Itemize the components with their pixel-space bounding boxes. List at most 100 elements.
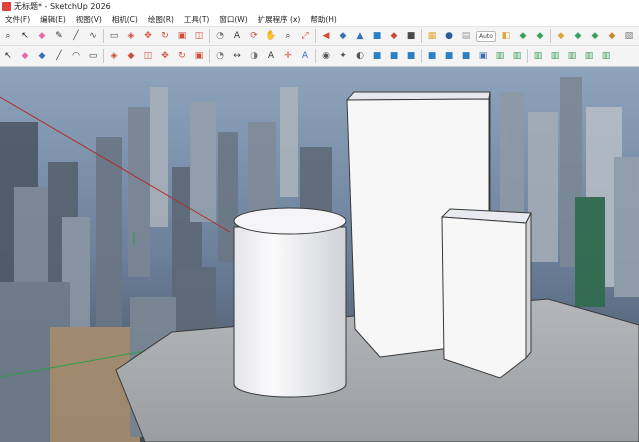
components-icon[interactable]: ▲ <box>353 29 367 43</box>
3d-text-icon[interactable]: A <box>298 49 312 63</box>
section-icon[interactable]: ◧ <box>499 29 513 43</box>
toolbar-row-1: ⌕↖◆✎╱∿▭◈✥↻▣◫◔A⟳✋⌕⤢◀◆▲■◆■▦●▤Auto◧◆◆◆◆◆◆▧✎… <box>0 27 639 46</box>
zoom-icon[interactable]: ⌕ <box>281 29 295 43</box>
toolbar-separator <box>315 29 316 43</box>
look-around-icon[interactable]: ◐ <box>353 49 367 63</box>
eraser-icon[interactable]: ◆ <box>18 49 32 63</box>
subtract-icon[interactable]: ■ <box>425 49 439 63</box>
warehouse-icon[interactable]: ■ <box>370 29 384 43</box>
toolbar-separator <box>315 49 316 63</box>
menu-tools[interactable]: 工具(T) <box>179 14 214 25</box>
shape-icon[interactable]: ▭ <box>86 49 100 63</box>
menu-window[interactable]: 窗口(W) <box>214 14 252 25</box>
scene-icon[interactable]: ▥ <box>493 49 507 63</box>
follow-me-icon[interactable]: ◆ <box>124 49 138 63</box>
menu-file[interactable]: 文件(F) <box>0 14 35 25</box>
toolbar-separator <box>103 49 104 63</box>
solid-tools-icon[interactable]: ■ <box>370 49 384 63</box>
line-icon[interactable]: ╱ <box>69 29 83 43</box>
search-icon[interactable]: ⌕ <box>1 29 15 43</box>
fog-icon[interactable]: ▤ <box>459 29 473 43</box>
previous-view-icon[interactable]: ◀ <box>319 29 333 43</box>
text-icon[interactable]: A <box>264 49 278 63</box>
auto-badge[interactable]: Auto <box>476 30 496 42</box>
toolbar-separator <box>527 49 528 63</box>
tape-measure-icon[interactable]: ◔ <box>213 49 227 63</box>
style-icon[interactable]: ■ <box>404 29 418 43</box>
line-icon[interactable]: ╱ <box>52 49 66 63</box>
scene-5-icon[interactable]: ▥ <box>565 49 579 63</box>
split-icon[interactable]: ■ <box>459 49 473 63</box>
pencil-icon[interactable]: ✎ <box>52 29 66 43</box>
move-icon[interactable]: ✥ <box>158 49 172 63</box>
toolbar-separator <box>549 29 551 43</box>
intersect-icon[interactable]: ■ <box>387 49 401 63</box>
eye-icon[interactable]: ◉ <box>319 49 333 63</box>
menu-draw[interactable]: 绘图(R) <box>143 14 179 25</box>
menu-extensions[interactable]: 扩展程序 (x) <box>253 14 306 25</box>
front-view-icon[interactable]: ◆ <box>554 29 568 43</box>
back-view-icon[interactable]: ◆ <box>588 29 602 43</box>
paint-icon[interactable]: ◆ <box>35 49 49 63</box>
rotate-icon[interactable]: ↻ <box>158 29 172 43</box>
protractor-icon[interactable]: ◑ <box>247 49 261 63</box>
toolbar-separator <box>209 29 210 43</box>
toolbar-separator <box>421 29 422 43</box>
walk-icon[interactable]: ✦ <box>336 49 350 63</box>
shadow-icon[interactable]: ● <box>442 29 456 43</box>
tape-measure-icon[interactable]: ◔ <box>213 29 227 43</box>
cylinder-tower[interactable] <box>233 207 347 398</box>
window-title: 无标题* - SketchUp 2026 <box>14 2 111 11</box>
scene-7-icon[interactable]: ▥ <box>599 49 613 63</box>
eraser-icon[interactable]: ◆ <box>35 29 49 43</box>
scale-icon[interactable]: ▣ <box>192 49 206 63</box>
short-box-tower[interactable] <box>440 208 532 379</box>
wireframe-icon[interactable]: ▧ <box>622 29 636 43</box>
toolbar-separator <box>421 49 422 63</box>
menu-view[interactable]: 视图(V) <box>71 14 107 25</box>
toolbar-separator <box>103 29 104 43</box>
scene-6-icon[interactable]: ▥ <box>582 49 596 63</box>
union-icon[interactable]: ■ <box>404 49 418 63</box>
push-pull-icon[interactable]: ◈ <box>124 29 138 43</box>
group-icon[interactable]: ▣ <box>476 49 490 63</box>
scene-2-icon[interactable]: ▥ <box>510 49 524 63</box>
move-icon[interactable]: ✥ <box>141 29 155 43</box>
select-icon[interactable]: ↖ <box>1 49 15 63</box>
rectangle-icon[interactable]: ▭ <box>107 29 121 43</box>
title-bar: 无标题* - SketchUp 2026 <box>0 0 639 13</box>
menu-camera[interactable]: 相机(C) <box>107 14 143 25</box>
scene-3-icon[interactable]: ▥ <box>531 49 545 63</box>
offset-icon[interactable]: ◫ <box>192 29 206 43</box>
right-view-icon[interactable]: ◆ <box>571 29 585 43</box>
pan-icon[interactable]: ✋ <box>264 29 278 43</box>
top-view-icon[interactable]: ◆ <box>533 29 547 43</box>
text-icon[interactable]: A <box>230 29 244 43</box>
sketchup-logo-icon <box>2 2 11 11</box>
push-pull-icon[interactable]: ◈ <box>107 49 121 63</box>
sandbox-icon[interactable]: ▦ <box>425 29 439 43</box>
menu-help[interactable]: 帮助(H) <box>305 14 342 25</box>
iso-view-icon[interactable]: ◆ <box>516 29 530 43</box>
menu-edit[interactable]: 编辑(E) <box>35 14 71 25</box>
rotate-icon[interactable]: ↻ <box>175 49 189 63</box>
extension-icon[interactable]: ◆ <box>387 29 401 43</box>
paint-bucket-icon[interactable]: ◆ <box>336 29 350 43</box>
left-view-icon[interactable]: ◆ <box>605 29 619 43</box>
model-viewport[interactable] <box>0 67 639 442</box>
axes-icon[interactable]: ✛ <box>281 49 295 63</box>
zoom-extents-icon[interactable]: ⤢ <box>298 29 312 43</box>
freehand-icon[interactable]: ∿ <box>86 29 100 43</box>
arc-icon[interactable]: ◠ <box>69 49 83 63</box>
scene-4-icon[interactable]: ▥ <box>548 49 562 63</box>
menu-bar: 文件(F) 编辑(E) 视图(V) 相机(C) 绘图(R) 工具(T) 窗口(W… <box>0 13 639 27</box>
offset-icon[interactable]: ◫ <box>141 49 155 63</box>
toolbar-separator <box>209 49 210 63</box>
scale-icon[interactable]: ▣ <box>175 29 189 43</box>
select-arrow-icon[interactable]: ↖ <box>18 29 32 43</box>
toolbar-row-2: ↖ ◆ ◆ ╱ ◠ ▭ ◈ ◆ ◫ ✥ ↻ ▣ ◔ ↔ ◑ A ✛ A ◉ ✦ ◐ ■ ■ ■ ■ ■ ■ ▣ ▥ ▥ ▥ ▥ ▥ ▥ ▥ <box>0 46 639 67</box>
scene-canvas[interactable] <box>0 67 639 442</box>
trim-icon[interactable]: ■ <box>442 49 456 63</box>
dimension-icon[interactable]: ↔ <box>230 49 244 63</box>
orbit-icon[interactable]: ⟳ <box>247 29 261 43</box>
